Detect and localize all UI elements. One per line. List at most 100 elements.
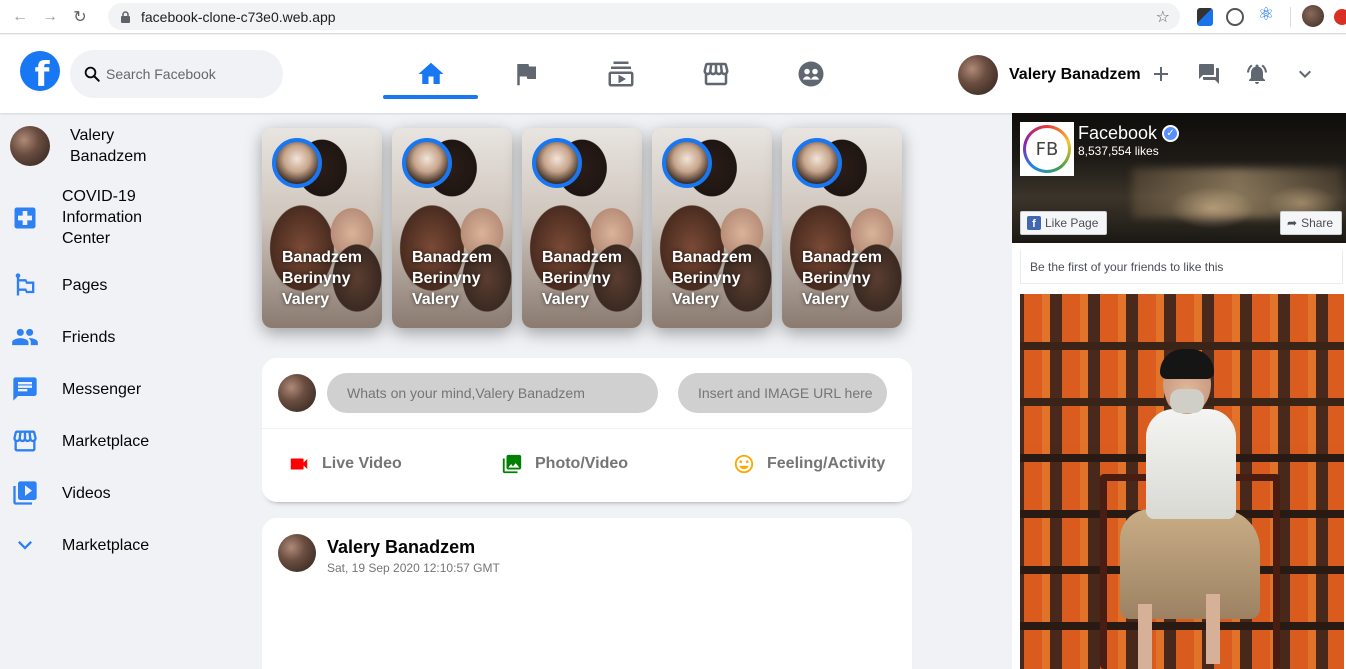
- photo-library-icon: [502, 454, 522, 474]
- share-label: Share: [1301, 216, 1334, 230]
- post-text-input[interactable]: [327, 373, 658, 413]
- story-name: Banadzem Berinyny Valery: [412, 249, 493, 308]
- avatar: [278, 374, 316, 412]
- story-name: Banadzem Berinyny Valery: [282, 249, 363, 308]
- story-name: Banadzem Berinyny Valery: [542, 249, 623, 308]
- post-username: Valery Banadzem: [327, 537, 476, 557]
- tab-home[interactable]: [383, 50, 478, 99]
- profile-avatar[interactable]: [1302, 5, 1324, 27]
- search-input[interactable]: [106, 66, 276, 82]
- story-avatar: [402, 138, 452, 188]
- story-card[interactable]: Banadzem Berinyny Valery: [652, 128, 772, 328]
- messenger-button[interactable]: [1196, 61, 1222, 87]
- live-video-option[interactable]: Live Video: [288, 453, 402, 475]
- top-header: f Valery Banadzem: [0, 35, 1346, 113]
- account-menu-button[interactable]: [1292, 61, 1318, 87]
- browser-toolbar: ← → ↻ facebook-clone-c73e0.web.app ☆ ⚛: [0, 0, 1346, 34]
- insert-emoticon-icon: [734, 454, 754, 474]
- sidebar-item-more[interactable]: Marketplace: [10, 530, 149, 560]
- reload-icon[interactable]: ↻: [70, 7, 90, 27]
- extension-pen-icon[interactable]: [1197, 8, 1213, 26]
- create-button[interactable]: [1148, 61, 1174, 87]
- page-likes: 8,537,554 likes: [1078, 144, 1159, 158]
- sidebar-item-profile[interactable]: Valery Banadzem: [10, 125, 147, 167]
- extension-red-icon[interactable]: [1334, 9, 1346, 25]
- option-label: Photo/Video: [535, 455, 629, 472]
- address-bar[interactable]: facebook-clone-c73e0.web.app ☆: [108, 3, 1180, 30]
- person-shirt: [1146, 409, 1236, 519]
- notifications-button[interactable]: [1244, 61, 1270, 87]
- story-name: Banadzem Berinyny Valery: [672, 249, 753, 308]
- story-card[interactable]: Banadzem Berinyny Valery: [782, 128, 902, 328]
- storefront-icon: [703, 62, 728, 86]
- story-card[interactable]: Banadzem Berinyny Valery: [522, 128, 642, 328]
- home-icon: [418, 62, 443, 84]
- header-user[interactable]: Valery Banadzem: [958, 55, 1141, 95]
- story-avatar: [532, 138, 582, 188]
- sidebar-item-messenger[interactable]: Messenger: [10, 374, 141, 404]
- sidebar-item-pages[interactable]: Pages: [10, 270, 107, 300]
- page-logo[interactable]: FB: [1020, 122, 1074, 176]
- story-card[interactable]: Banadzem Berinyny Valery: [392, 128, 512, 328]
- page-cover[interactable]: FB Facebook ✓ 8,537,554 likes f Like Page…: [1012, 113, 1346, 243]
- page-logo-text: FB: [1023, 125, 1071, 173]
- forward-icon[interactable]: →: [40, 7, 60, 27]
- bookmark-star-icon[interactable]: ☆: [1156, 7, 1170, 27]
- post-timestamp: Sat, 19 Sep 2020 12:10:57 GMT: [327, 561, 500, 575]
- story-card[interactable]: Banadzem Berinyny Valery: [262, 128, 382, 328]
- videocam-icon: [290, 458, 308, 470]
- sidebar-item-label: Messenger: [62, 380, 142, 398]
- tab-watch[interactable]: [573, 50, 668, 98]
- sidebar-item-videos[interactable]: Videos: [10, 478, 111, 508]
- sidebar-item-label: Marketplace: [62, 432, 150, 450]
- notifications-active-icon: [1247, 64, 1267, 84]
- url-text: facebook-clone-c73e0.web.app: [141, 8, 336, 25]
- search-box[interactable]: [70, 50, 283, 98]
- subscriptions-icon: [608, 61, 633, 87]
- forum-icon: [1199, 64, 1219, 84]
- extension-globe-icon[interactable]: [1226, 8, 1244, 26]
- verified-badge-icon: ✓: [1162, 125, 1179, 142]
- sidebar-item-friends[interactable]: Friends: [10, 322, 115, 352]
- tab-pages[interactable]: [478, 50, 573, 98]
- option-label: Feeling/Activity: [767, 455, 886, 472]
- like-page-button[interactable]: f Like Page: [1020, 211, 1108, 235]
- expand-more-icon: [1299, 70, 1311, 78]
- share-button[interactable]: ➦ Share: [1280, 211, 1343, 235]
- sidebar-item-marketplace[interactable]: Marketplace: [10, 426, 149, 456]
- sidebar-item-covid[interactable]: COVID-19 Information Center: [10, 186, 142, 249]
- person-mask: [1170, 389, 1204, 413]
- story-avatar: [272, 138, 322, 188]
- storefront-icon: [10, 426, 40, 456]
- supervised-user-icon: [798, 61, 823, 87]
- share-arrow-icon: ➦: [1287, 216, 1298, 230]
- sidebar-item-label: COVID-19 Information Center: [62, 188, 143, 247]
- story-name: Banadzem Berinyny Valery: [802, 249, 883, 308]
- like-page-label: Like Page: [1045, 216, 1099, 230]
- composer-input-row: [262, 358, 912, 429]
- page-post-image[interactable]: [1020, 294, 1344, 669]
- tab-groups[interactable]: [763, 50, 858, 98]
- emoji-flags-icon: [10, 270, 40, 300]
- extension-react-icon[interactable]: ⚛: [1255, 4, 1277, 24]
- person-leg: [1138, 604, 1152, 669]
- avatar: [10, 126, 50, 166]
- post-card: Valery Banadzem Sat, 19 Sep 2020 12:10:5…: [262, 518, 912, 669]
- person-leg: [1206, 594, 1220, 664]
- image-url-input[interactable]: [678, 373, 887, 413]
- avatar: [958, 55, 998, 95]
- sidebar-item-label: Pages: [62, 276, 108, 294]
- facebook-logo[interactable]: f: [20, 51, 60, 91]
- sidebar-item-label: Marketplace: [62, 536, 150, 554]
- sidebar-item-label: Valery Banadzem: [70, 127, 147, 165]
- back-icon[interactable]: ←: [10, 7, 30, 27]
- photo-video-option[interactable]: Photo/Video: [501, 453, 628, 475]
- search-icon: [84, 66, 100, 82]
- sidebar-item-label: Friends: [62, 328, 116, 346]
- sidebar-item-label: Videos: [62, 484, 111, 502]
- feeling-activity-option[interactable]: Feeling/Activity: [733, 453, 885, 475]
- tab-marketplace[interactable]: [668, 50, 763, 98]
- video-library-icon: [10, 478, 40, 508]
- page-title[interactable]: Facebook: [1078, 123, 1157, 144]
- page-plugin-widget: FB Facebook ✓ 8,537,554 likes f Like Page…: [1012, 113, 1346, 669]
